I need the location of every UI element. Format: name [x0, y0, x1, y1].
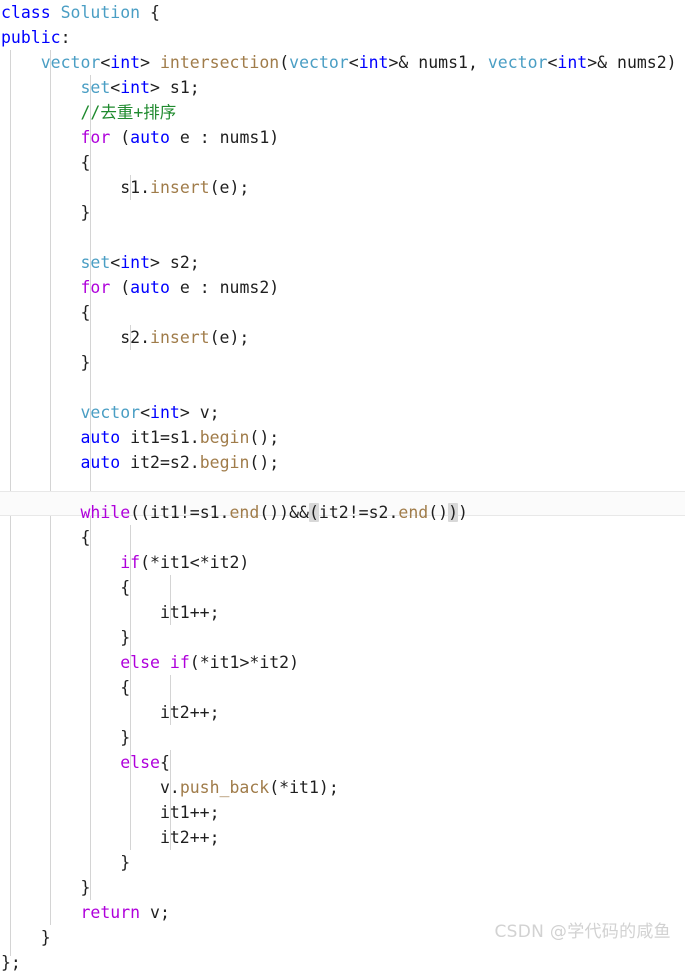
- code-line: vector<int> v;: [80, 403, 220, 422]
- code-line: {: [1, 678, 131, 697]
- code-line: set<int> s2;: [80, 253, 200, 272]
- code-editor[interactable]: class Solution { public: vector<int> int…: [0, 0, 685, 972]
- code-line: }: [1, 728, 131, 747]
- code-lines: class Solution { public: vector<int> int…: [0, 0, 685, 975]
- code-line-current: while((it1!=s1.end())&&(it2!=s2.end())): [80, 503, 468, 522]
- code-line: s2.insert(e);: [1, 328, 250, 347]
- bracket-match-close: ): [448, 503, 459, 522]
- code-line: {: [1, 578, 131, 597]
- code-line: it1++;: [1, 803, 220, 822]
- code-line: vector<int> intersection(vector<int>& nu…: [40, 53, 677, 72]
- bracket-match-open: (: [308, 503, 319, 522]
- code-line: it1++;: [1, 603, 220, 622]
- code-line: };: [1, 953, 21, 972]
- code-line: auto it1=s1.begin();: [80, 428, 280, 447]
- code-line: else{: [120, 753, 170, 772]
- code-line: }: [1, 853, 131, 872]
- code-line: }: [1, 878, 91, 897]
- code-line: auto it2=s2.begin();: [80, 453, 280, 472]
- code-line: }: [1, 628, 131, 647]
- code-line: class Solution {: [1, 3, 160, 22]
- code-line: {: [1, 153, 91, 172]
- code-line: it2++;: [1, 828, 220, 847]
- code-line: for (auto e : nums2): [80, 278, 280, 297]
- code-line: }: [1, 203, 91, 222]
- code-line: s1.insert(e);: [1, 178, 250, 197]
- code-line: public:: [1, 28, 71, 47]
- code-line: it2++;: [1, 703, 220, 722]
- code-line: {: [1, 303, 91, 322]
- code-line: {: [1, 528, 91, 547]
- code-line: else if(*it1>*it2): [120, 653, 300, 672]
- code-line: }: [1, 353, 91, 372]
- code-line: for (auto e : nums1): [80, 128, 280, 147]
- code-line: if(*it1<*it2): [120, 553, 250, 572]
- code-line: v.push_back(*it1);: [1, 778, 339, 797]
- code-line: set<int> s1;: [80, 78, 200, 97]
- csdn-watermark: CSDN @学代码的咸鱼: [494, 922, 671, 942]
- code-line-comment: //去重+排序: [80, 103, 177, 122]
